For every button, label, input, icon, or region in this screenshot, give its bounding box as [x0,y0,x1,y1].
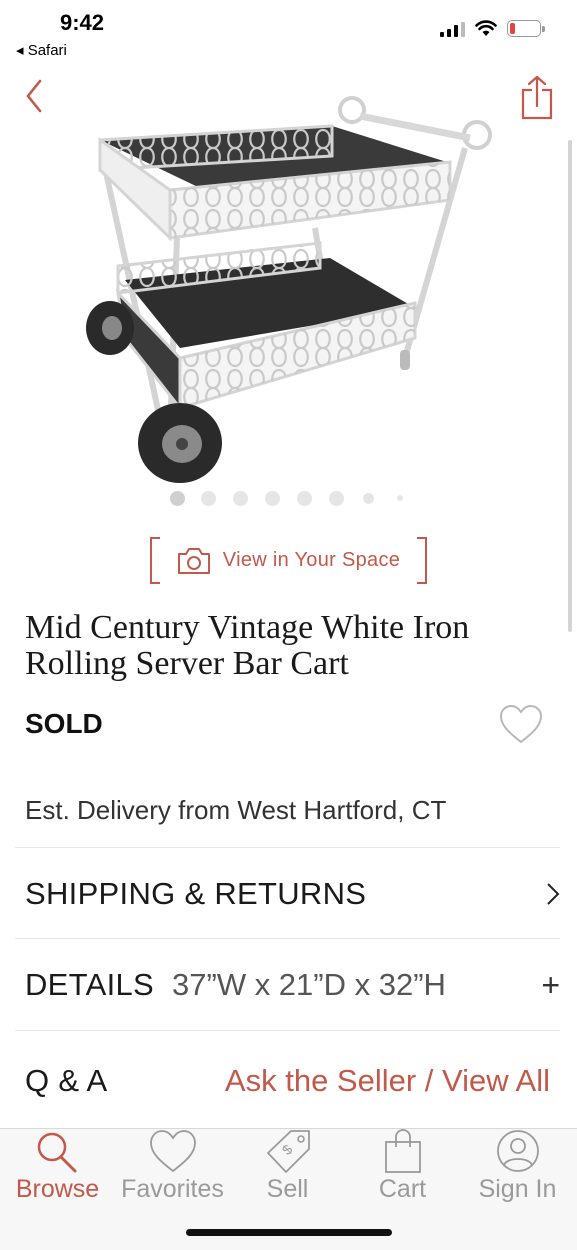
status-time: 9:42 [60,10,105,35]
camera-icon [177,547,210,574]
status-badge: SOLD [25,708,103,739]
shopping-bag-icon [384,1129,421,1173]
carousel-dot[interactable] [264,490,280,506]
search-icon [37,1132,76,1173]
home-indicator[interactable] [186,1229,392,1236]
carousel-dot[interactable] [328,490,344,506]
status-icons [440,20,545,37]
heart-icon [149,1130,196,1173]
tab-favorites-label: Favorites [121,1175,224,1203]
view-in-your-space-label: View in Your Space [222,549,401,571]
tab-sign-in-label: Sign In [478,1175,557,1203]
battery-level-fill [510,23,515,34]
tab-browse-label: Browse [15,1175,100,1203]
details-label: DETAILS [25,967,155,1002]
favorite-heart-icon[interactable] [498,703,544,745]
shipping-returns-row[interactable]: SHIPPING & RETURNS [25,872,560,916]
tab-cart-label: Cart [378,1175,427,1203]
ask-seller-link[interactable]: Ask the Seller / View All [225,1063,550,1099]
bracket-right [417,537,427,584]
carousel-dots[interactable] [0,490,577,506]
dimensions-value: 37”W x 21”D x 32”H [172,967,446,1002]
carousel-dot[interactable] [200,490,216,506]
tab-browse[interactable]: Browse [0,1129,115,1209]
delivery-estimate: Est. Delivery from West Hartford, CT [25,795,447,825]
share-icon[interactable] [520,74,554,120]
divider [15,1030,560,1031]
carousel-dot[interactable] [362,492,374,504]
qa-label: Q & A [25,1063,108,1098]
product-title-line2: Rolling Server Bar Cart [25,645,349,682]
scrollbar[interactable] [568,140,572,632]
chevron-right-icon [547,883,560,905]
product-image[interactable] [70,88,510,488]
view-in-your-space-button[interactable]: View in Your Space [150,537,427,584]
product-title: Mid Century Vintage White Iron Rolling S… [25,610,545,682]
divider [15,847,560,848]
divider [15,938,560,939]
product-title-line1: Mid Century Vintage White Iron [25,609,470,646]
chevron-left-icon[interactable] [20,76,50,116]
details-row[interactable]: DETAILS 37”W x 21”D x 32”H + [25,963,560,1007]
battery-icon [507,20,545,37]
svg-text:$: $ [278,1141,295,1158]
price-tag-icon: $ [266,1130,310,1173]
plus-icon: + [541,966,560,1003]
tab-sign-in[interactable]: Sign In [460,1129,575,1209]
tab-sell[interactable]: $ Sell [230,1129,345,1209]
tab-sell-label: Sell [266,1175,309,1203]
wifi-icon [475,20,497,36]
carousel-dot[interactable] [232,490,248,506]
tab-cart[interactable]: Cart [345,1129,460,1209]
cellular-signal-icon [440,21,465,37]
shipping-returns-label: SHIPPING & RETURNS [25,876,367,911]
carousel-dot[interactable] [296,490,312,506]
tab-favorites[interactable]: Favorites [115,1129,230,1209]
carousel-dot[interactable] [397,495,403,501]
qa-row: Q & A Ask the Seller / View All [25,1059,560,1103]
back-to-safari-link[interactable]: ◂ Safari [16,41,67,59]
user-icon [496,1130,539,1172]
carousel-dot[interactable] [169,490,185,506]
status-bar: 9:42 ◂ Safari [0,0,577,64]
bracket-left [150,537,160,584]
